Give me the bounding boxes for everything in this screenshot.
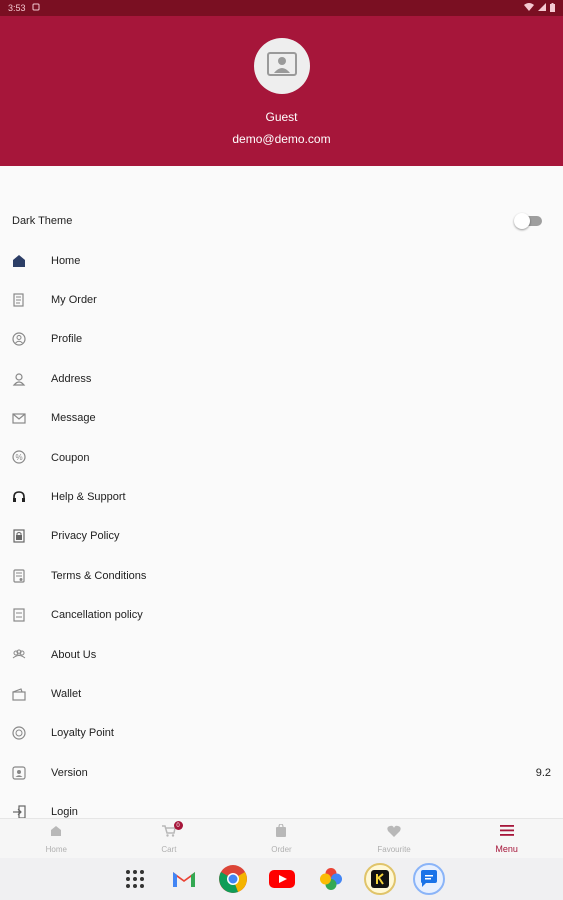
privacy-icon [11,529,26,544]
status-bar: 3:53 [0,0,563,16]
menu-item-profile[interactable]: Profile [0,320,563,359]
user-name: Guest [265,110,298,124]
gmail-icon[interactable] [168,863,200,895]
menu-item-help-support[interactable]: Help & Support [0,477,563,516]
cart-badge: 0 [173,821,183,830]
nav-item-cart[interactable]: 0 Cart [113,819,226,858]
nav-label: Menu [495,844,518,854]
messages-icon[interactable] [412,863,445,895]
menu-item-label: Cancellation policy [51,609,143,622]
menu-list: Home My Order Profile Address Message % … [0,241,563,832]
menu-item-loyalty-point[interactable]: Loyalty Point [0,714,563,753]
menu-item-label: Help & Support [51,491,126,504]
wallet-icon [11,686,26,701]
menu-item-label: Home [51,254,81,267]
battery-icon [550,2,555,14]
order-icon [11,292,26,307]
nav-item-home[interactable]: Home [0,819,113,858]
bottom-nav: Home 0 Cart Order Favourite Menu [0,818,563,858]
avatar[interactable] [254,38,310,94]
home-icon [50,824,62,842]
app-drawer-icon[interactable] [119,863,151,895]
terms-icon [11,568,26,583]
menu-item-home[interactable]: Home [0,241,563,280]
menu-item-terms-conditions[interactable]: Terms & Conditions [0,556,563,595]
nav-item-menu[interactable]: Menu [450,819,563,858]
menu-item-label: Coupon [51,451,90,464]
drawer-menu: Dark Theme Home My Order Profile Address… [0,166,563,819]
menu-item-privacy-policy[interactable]: Privacy Policy [0,517,563,556]
nav-item-order[interactable]: Order [225,819,338,858]
cancellation-icon [11,608,26,623]
headset-icon [11,489,26,504]
nav-label: Home [45,844,67,854]
system-dock [0,858,563,900]
menu-item-label: Address [51,372,92,385]
about-icon [11,647,26,662]
status-time: 3:53 [8,3,26,13]
avatar-placeholder-icon [267,51,297,81]
loyalty-icon [11,726,26,741]
keep-icon[interactable] [363,863,396,895]
version-icon [11,765,26,780]
menu-item-label: Login [51,806,78,819]
menu-item-version: Version 9.2 [0,753,563,792]
nav-label: Order [271,844,292,854]
dark-theme-row: Dark Theme [12,212,542,230]
menu-item-my-order[interactable]: My Order [0,280,563,319]
profile-icon [11,332,26,347]
nav-label: Cart [161,844,177,854]
svg-text:%: % [15,453,22,462]
menu-item-label: Message [51,412,96,425]
dark-theme-label: Dark Theme [12,215,73,227]
photos-icon[interactable] [315,863,347,895]
menu-item-coupon[interactable]: % Coupon [0,438,563,477]
home-icon [11,253,26,268]
menu-item-label: Privacy Policy [51,530,120,543]
toggle-knob [514,213,530,229]
menu-item-wallet[interactable]: Wallet [0,674,563,713]
menu-item-label: Terms & Conditions [51,569,147,582]
menu-item-label: Loyalty Point [51,727,114,740]
profile-header: Guest demo@demo.com [0,16,563,166]
notification-icon [32,3,40,13]
youtube-icon[interactable] [266,863,298,895]
heart-icon [387,824,401,842]
menu-item-label: My Order [51,294,97,307]
signal-icon [538,3,546,13]
menu-item-address[interactable]: Address [0,359,563,398]
menu-item-about-us[interactable]: About Us [0,635,563,674]
chrome-icon[interactable] [217,863,249,895]
order-bag-icon [275,822,287,842]
menu-item-message[interactable]: Message [0,399,563,438]
menu-item-label: Profile [51,333,83,346]
version-value: 9.2 [535,766,551,779]
menu-item-label: Wallet [51,687,82,700]
menu-item-label: Version [51,766,88,779]
message-icon [11,411,26,426]
dark-theme-toggle[interactable] [514,213,542,229]
menu-item-label: About Us [51,648,97,661]
coupon-icon: % [11,450,26,465]
user-email: demo@demo.com [232,132,331,146]
menu-icon [499,823,514,841]
nav-label: Favourite [377,844,411,854]
menu-item-cancellation-policy[interactable]: Cancellation policy [0,596,563,635]
nav-item-favourite[interactable]: Favourite [338,819,451,858]
wifi-icon [524,3,534,13]
address-icon [11,371,26,386]
